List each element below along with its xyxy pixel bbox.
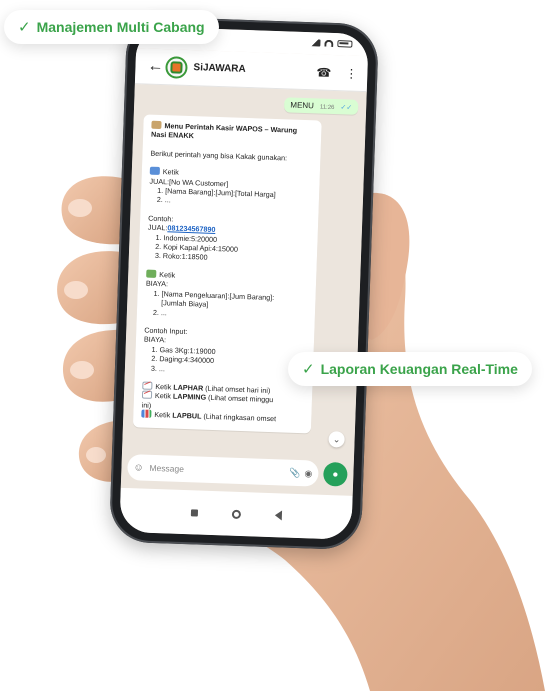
message-time: 11:26 — [319, 104, 335, 112]
call-icon[interactable]: ☎ — [316, 65, 331, 80]
checkmark-icon: ✓ — [302, 361, 315, 378]
chat-area[interactable]: MENU 11:26 ✓✓ Menu Perintah Kasir WAPOS … — [122, 84, 367, 454]
outgoing-message[interactable]: MENU 11:26 ✓✓ — [284, 97, 359, 115]
jual-example-prefix: JUAL: — [147, 222, 168, 233]
logo-icon — [170, 60, 183, 74]
attach-icon[interactable]: 📎 — [289, 467, 301, 478]
feature-badge-multi-branch: ✓ Manajemen Multi Cabang — [4, 10, 219, 44]
phone-device: ← SiJAWARA ☎ ⋮ MENU 11:26 ✓✓ Menu Perint… — [108, 15, 380, 551]
home-icon[interactable] — [231, 509, 241, 519]
signal-icon — [309, 39, 321, 47]
camera-icon[interactable]: ◉ — [304, 468, 312, 479]
report-prefix: Ketik — [155, 381, 172, 392]
chart-icon — [141, 390, 153, 400]
message-input[interactable] — [149, 462, 286, 478]
feature-badge-label: Laporan Keuangan Real-Time — [320, 361, 518, 377]
chat-title[interactable]: SiJAWARA — [193, 62, 302, 77]
biaya-heading-text: Ketik — [159, 269, 176, 280]
report-prefix: Ketik — [154, 391, 172, 401]
more-options-icon[interactable]: ⋮ — [345, 66, 357, 80]
battery-icon — [337, 40, 353, 48]
jual-heading-text: Ketik — [162, 167, 179, 177]
report-command: LAPHAR — [173, 382, 204, 393]
microphone-icon[interactable]: ● — [322, 461, 348, 487]
feature-badge-label: Manajemen Multi Cabang — [36, 19, 205, 35]
report-desc: (Lihat omset minggu — [207, 393, 274, 405]
read-ticks-icon: ✓✓ — [340, 104, 353, 112]
cart-icon — [149, 166, 160, 176]
report-desc: (Lihat ringkasan omset — [203, 411, 277, 424]
android-nav-bar — [119, 487, 353, 540]
report-command: LAPMING — [172, 391, 207, 403]
chevron-double-down-icon[interactable]: ⌄ — [328, 431, 345, 448]
phone-screen: ← SiJAWARA ☎ ⋮ MENU 11:26 ✓✓ Menu Perint… — [119, 26, 369, 540]
report-prefix: Ketik — [154, 410, 171, 420]
outgoing-message-text: MENU — [290, 100, 315, 111]
back-arrow-icon[interactable]: ← — [147, 57, 164, 75]
wifi-icon — [324, 39, 334, 47]
clipboard-icon — [151, 120, 162, 130]
money-icon — [146, 269, 157, 278]
report-command: LAPBUL — [172, 410, 202, 421]
avatar[interactable] — [165, 55, 188, 79]
incoming-message[interactable]: Menu Perintah Kasir WAPOS – Warung Nasi … — [132, 114, 322, 433]
status-icons — [309, 39, 353, 48]
message-input-box[interactable]: ☺ 📎 ◉ — [127, 454, 319, 487]
sticker-icon[interactable]: ☺ — [133, 462, 145, 473]
chart-icon — [142, 381, 153, 390]
checkmark-icon: ✓ — [18, 19, 31, 36]
feature-badge-realtime-report: ✓ Laporan Keuangan Real-Time — [288, 352, 532, 386]
bar-chart-icon — [141, 409, 152, 419]
back-icon[interactable] — [274, 510, 282, 521]
recent-apps-icon[interactable] — [190, 508, 198, 517]
